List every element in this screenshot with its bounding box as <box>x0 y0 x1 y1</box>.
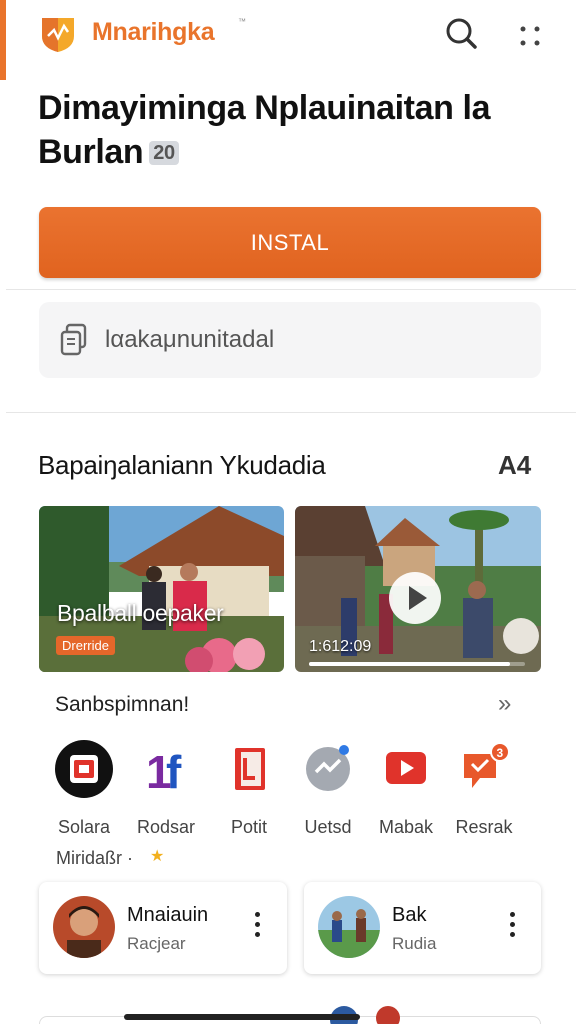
section-title: Bapaiŋalaniann Ykudadia <box>38 450 326 480</box>
more-dots-icon[interactable] <box>508 14 552 58</box>
app-label: Potit <box>230 817 268 837</box>
trademark-mark: ™ <box>238 17 246 26</box>
app-label: Mabak <box>378 817 434 837</box>
apps-row-title: Sanbspimnan! <box>55 693 190 716</box>
blue-1f-icon: 1 f <box>146 746 182 798</box>
avatar <box>53 896 115 958</box>
play-button[interactable] <box>389 572 441 624</box>
app-item-potit[interactable]: Potit <box>211 738 287 838</box>
info-field[interactable]: lαakaμnunitadal <box>39 302 541 378</box>
app-header: Mnarihgka ™ <box>0 0 576 70</box>
video-progress-bar[interactable] <box>309 662 525 666</box>
peek-avatar <box>376 1006 400 1024</box>
svg-text:f: f <box>166 746 182 798</box>
video-progress-fill <box>309 662 510 666</box>
chevron-right-icon[interactable]: » <box>498 690 511 718</box>
dev-name: Bak <box>392 904 427 926</box>
app-item-resrak[interactable]: 3 Resrak <box>446 738 522 838</box>
dev-sub: Racjear <box>127 934 186 953</box>
dev-sub: Rudia <box>392 934 437 953</box>
home-indicator[interactable] <box>124 1014 360 1020</box>
media-card-image[interactable]: Bpalball oepaker Drerride <box>39 506 284 672</box>
dev-card[interactable]: Mnaiauin Racjear <box>39 882 287 974</box>
video-time: 1:612:09 <box>309 638 372 655</box>
red-square-tv-icon <box>55 740 113 798</box>
info-field-text: lαakaμnunitadal <box>105 326 275 353</box>
page-title: Dimayiminga Nplauinaitan la Burlan 20 <box>38 86 548 174</box>
app-name: Mnarihgka <box>92 18 215 46</box>
app-label: Rodsar <box>136 817 196 837</box>
document-copy-icon <box>60 323 87 356</box>
more-vertical-icon[interactable] <box>502 908 522 948</box>
svg-text:3: 3 <box>497 746 504 760</box>
red-book-icon <box>235 748 265 790</box>
title-line-2: Burlan 20 <box>38 130 548 174</box>
dev-card[interactable]: Bak Rudia <box>304 882 541 974</box>
rating-dot: · <box>127 848 134 868</box>
title-line-2-text: Burlan <box>38 133 144 171</box>
dev-name: Mnaiauin <box>127 904 209 926</box>
youtube-play-icon <box>386 752 426 784</box>
chat-bubble-icon <box>306 745 350 791</box>
title-badge: 20 <box>149 141 179 165</box>
divider <box>6 412 576 413</box>
app-item-rodsar[interactable]: 1 f Rodsar <box>128 738 204 838</box>
app-item-uetsd[interactable]: Uetsd <box>290 738 366 838</box>
notification-bubble-icon: 3 <box>464 742 510 788</box>
rating-text: Miridaßr · <box>56 848 133 869</box>
avatar <box>318 896 380 958</box>
more-vertical-icon[interactable] <box>247 908 267 948</box>
card-badge: Drerride <box>56 636 115 655</box>
app-label: Solara <box>57 817 111 837</box>
divider <box>6 289 576 290</box>
search-icon[interactable] <box>440 12 484 56</box>
app-label: Resrak <box>455 817 513 837</box>
install-button[interactable]: INSTAL <box>39 207 541 278</box>
app-label: Uetsd <box>304 817 352 837</box>
app-item-solara[interactable]: Solara <box>46 738 122 838</box>
rating-label: Miridaßr <box>56 848 122 868</box>
app-item-mabak[interactable]: Mabak <box>368 738 444 838</box>
title-line-1: Dimayiminga Nplauinaitan la <box>38 89 491 127</box>
app-logo-icon <box>42 18 74 52</box>
star-icon: ★ <box>150 848 165 865</box>
ad-label: A4 <box>498 450 532 480</box>
media-card-video[interactable]: 1:612:09 <box>295 506 541 672</box>
card-caption: Bpalball oepaker <box>57 600 224 626</box>
